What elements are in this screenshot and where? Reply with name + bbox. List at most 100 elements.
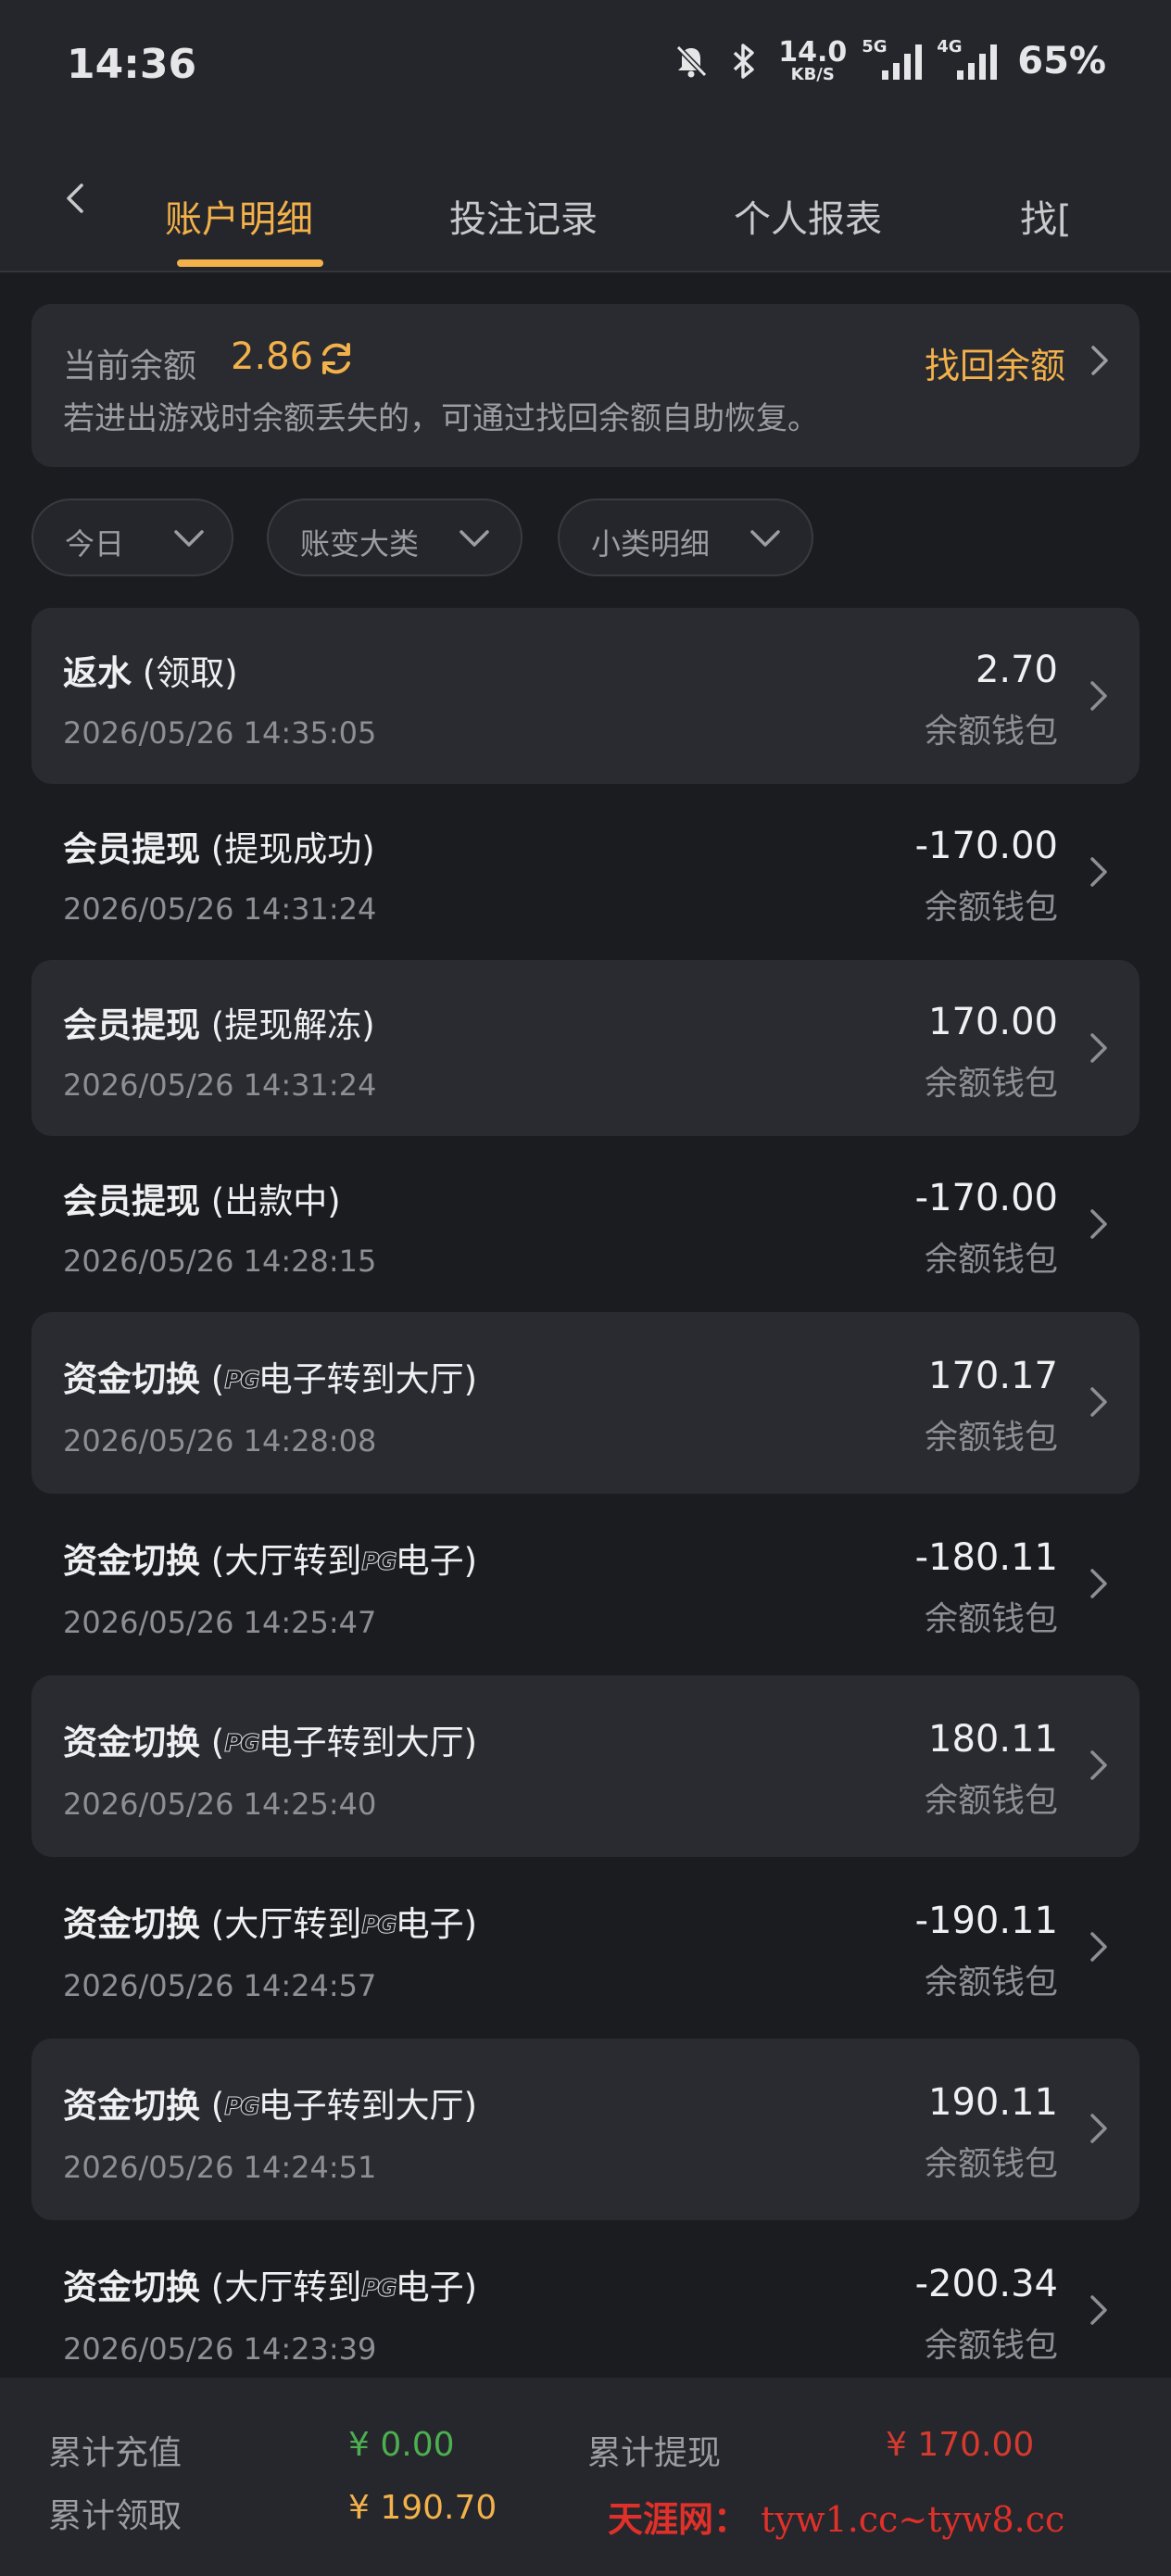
- transaction-time: 2026/05/26 14:24:51: [63, 2150, 377, 2185]
- transaction-type: 资金切换: [63, 1359, 200, 1399]
- transaction-amount: 180.11: [928, 1718, 1058, 1761]
- filter-date[interactable]: 今日: [31, 499, 233, 576]
- transaction-detail-suffix: 电子): [395, 1904, 478, 1944]
- total-claim-label: 累计领取: [48, 2497, 183, 2535]
- filter-category[interactable]: 账变大类: [267, 499, 523, 576]
- transaction-detail-prefix: (: [210, 1359, 225, 1399]
- transaction-time: 2026/05/26 14:35:05: [63, 715, 377, 751]
- transaction-type: 资金切换: [63, 2267, 200, 2307]
- watermark-site: 天涯网：: [608, 2499, 749, 2540]
- transaction-title: 会员提现 (提现成功): [63, 821, 375, 871]
- tab-account-details[interactable]: 账户明细: [165, 189, 313, 243]
- chevron-right-icon: [1090, 681, 1107, 711]
- status-bar: 14:36 14.0 KB/S 5G 4G 65%: [0, 0, 1171, 139]
- transaction-amount: -200.34: [914, 2263, 1058, 2305]
- transaction-time: 2026/05/26 14:24:57: [63, 1968, 377, 2003]
- transaction-type: 会员提现: [63, 829, 200, 869]
- filter-category-label: 账变大类: [300, 526, 420, 562]
- transaction-title: 资金切换 (大厅转到PG电子): [63, 2259, 477, 2309]
- signal-4g-tag: 4G: [937, 37, 963, 57]
- transaction-detail-suffix: 电子转到大厅): [258, 1723, 478, 1762]
- transaction-row[interactable]: 资金切换 (大厅转到PG电子) 2026/05/26 14:24:57 -190…: [31, 1857, 1140, 2039]
- transaction-row[interactable]: 资金切换 (PG电子转到大厅) 2026/05/26 14:28:08 170.…: [31, 1312, 1140, 1494]
- transaction-title: 会员提现 (提现解冻): [63, 997, 375, 1047]
- total-deposit-label: 累计充值: [48, 2434, 183, 2472]
- balance-hint: 若进出游戏时余额丢失的，可通过找回余额自助恢复。: [63, 400, 819, 437]
- status-icons: 14.0 KB/S 5G 4G 65%: [673, 37, 1106, 83]
- balance-card: 当前余额 2.86 找回余额 若进出游戏时余额丢失的，可通过找回余额自助恢复。: [31, 304, 1140, 467]
- balance-label: 当前余额: [63, 347, 197, 385]
- pg-logo: PG: [224, 1367, 260, 1395]
- transaction-amount: 170.00: [928, 1001, 1058, 1043]
- transaction-row[interactable]: 资金切换 (PG电子转到大厅) 2026/05/26 14:24:51 190.…: [31, 2039, 1140, 2220]
- watermark-urls: tyw1.cc~tyw8.cc: [761, 2499, 1065, 2540]
- chevron-down-icon: [750, 530, 780, 547]
- transaction-amount: -170.00: [914, 1177, 1058, 1219]
- transaction-amount: -180.11: [914, 1536, 1058, 1579]
- transaction-wallet: 余额钱包: [924, 1782, 1058, 1820]
- watermark: 天涯网： tyw1.cc~tyw8.cc: [608, 2491, 1064, 2542]
- transaction-title: 资金切换 (PG电子转到大厅): [63, 1351, 477, 1401]
- chevron-right-icon: [1090, 1932, 1107, 1962]
- chevron-right-icon: [1090, 1209, 1107, 1239]
- transaction-row[interactable]: 资金切换 (PG电子转到大厅) 2026/05/26 14:25:40 180.…: [31, 1675, 1140, 1857]
- transaction-row[interactable]: 会员提现 (提现成功) 2026/05/26 14:31:24 -170.00 …: [31, 784, 1140, 960]
- transaction-type: 资金切换: [63, 1541, 200, 1581]
- transaction-detail-prefix: (大厅转到: [210, 1541, 362, 1581]
- transaction-row[interactable]: 资金切换 (大厅转到PG电子) 2026/05/26 14:23:39 -200…: [31, 2220, 1140, 2378]
- transaction-detail: (领取): [142, 653, 238, 693]
- filter-subcategory[interactable]: 小类明细: [558, 499, 813, 576]
- total-withdraw-label: 累计提现: [587, 2434, 722, 2472]
- transaction-time: 2026/05/26 14:23:39: [63, 2331, 377, 2367]
- balance-value: 2.86: [231, 335, 314, 378]
- network-speed: 14.0 KB/S: [778, 39, 847, 83]
- transaction-time: 2026/05/26 14:28:15: [63, 1244, 377, 1279]
- transaction-row[interactable]: 会员提现 (提现解冻) 2026/05/26 14:31:24 170.00 余…: [31, 960, 1140, 1136]
- chevron-right-icon: [1090, 1033, 1107, 1063]
- transaction-amount: -170.00: [914, 825, 1058, 867]
- tab-bet-records[interactable]: 投注记录: [449, 189, 598, 243]
- total-deposit-value: ¥ 0.00: [348, 2426, 455, 2464]
- refresh-icon[interactable]: [317, 339, 356, 378]
- transaction-title: 资金切换 (PG电子转到大厅): [63, 2077, 477, 2128]
- chevron-right-icon: [1090, 857, 1107, 887]
- transaction-type: 返水: [63, 653, 132, 693]
- filter-date-label: 今日: [65, 526, 125, 562]
- transaction-time: 2026/05/26 14:31:24: [63, 891, 377, 927]
- transaction-detail-prefix: (: [210, 1723, 225, 1762]
- transaction-wallet: 余额钱包: [924, 2145, 1058, 2183]
- network-speed-value: 14.0: [778, 36, 848, 69]
- transaction-wallet: 余额钱包: [924, 889, 1058, 927]
- transaction-type: 资金切换: [63, 2086, 200, 2126]
- transaction-type: 资金切换: [63, 1904, 200, 1944]
- chevron-right-icon: [1090, 2114, 1107, 2143]
- transaction-time: 2026/05/26 14:31:24: [63, 1067, 377, 1103]
- transaction-detail-prefix: (大厅转到: [210, 1904, 362, 1944]
- transaction-amount: 170.17: [928, 1355, 1058, 1397]
- transaction-amount: 190.11: [928, 2081, 1058, 2124]
- transaction-detail-suffix: 电子): [395, 2267, 478, 2307]
- transaction-wallet: 余额钱包: [924, 1419, 1058, 1457]
- transaction-wallet: 余额钱包: [924, 1241, 1058, 1279]
- recover-balance-button[interactable]: 找回余额: [925, 337, 1065, 388]
- transaction-wallet: 余额钱包: [924, 1600, 1058, 1638]
- transaction-time: 2026/05/26 14:25:40: [63, 1787, 377, 1822]
- chevron-right-icon[interactable]: [1086, 345, 1112, 376]
- signal-5g-icon: 5G: [862, 37, 923, 80]
- transaction-row[interactable]: 会员提现 (出款中) 2026/05/26 14:28:15 -170.00 余…: [31, 1136, 1140, 1312]
- back-chevron-icon[interactable]: [57, 180, 94, 217]
- transaction-detail-suffix: 电子转到大厅): [258, 2086, 478, 2126]
- bell-muted-icon: [676, 44, 708, 78]
- signal-5g-tag: 5G: [862, 37, 888, 57]
- transaction-wallet: 余额钱包: [924, 2327, 1058, 2365]
- tab-recover[interactable]: 找[: [1020, 189, 1072, 243]
- active-tab-indicator: [177, 259, 323, 267]
- transaction-row[interactable]: 资金切换 (大厅转到PG电子) 2026/05/26 14:25:47 -180…: [31, 1494, 1140, 1675]
- pg-logo: PG: [224, 1730, 260, 1759]
- transaction-row[interactable]: 返水 (领取) 2026/05/26 14:35:05 2.70 余额钱包: [31, 608, 1140, 784]
- summary-footer: 累计充值 ¥ 0.00 累计提现 ¥ 170.00 累计领取 ¥ 190.70: [0, 2378, 1171, 2576]
- tab-personal-report[interactable]: 个人报表: [734, 189, 882, 243]
- network-speed-unit: KB/S: [790, 65, 835, 84]
- total-claim-value: ¥ 190.70: [348, 2489, 497, 2527]
- chevron-down-icon: [174, 530, 204, 547]
